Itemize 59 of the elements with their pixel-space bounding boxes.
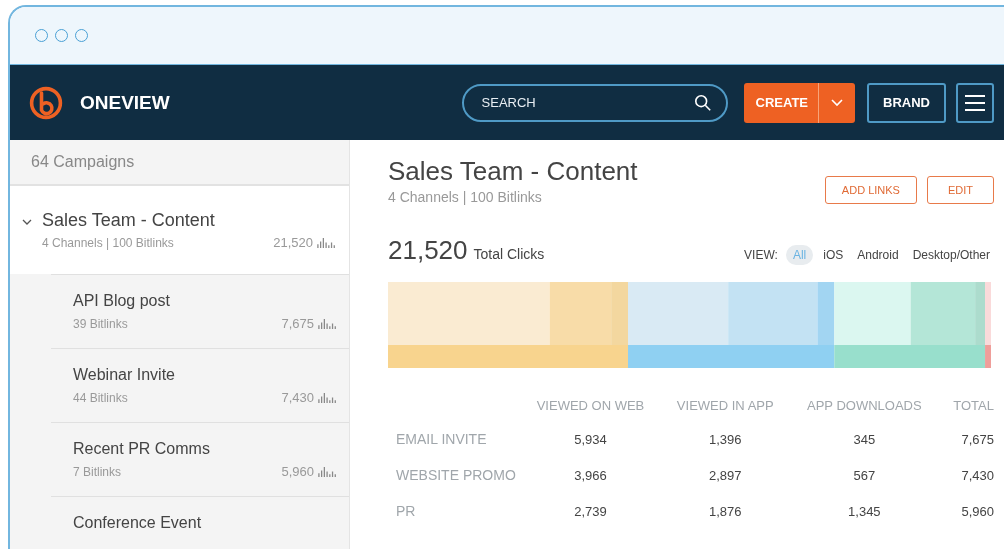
campaign-meta: 4 Channels | 100 Bitlinks xyxy=(42,236,175,250)
channel-name: Webinar Invite xyxy=(73,366,176,384)
view-filter-tab[interactable]: Android xyxy=(853,245,903,265)
search-field[interactable]: SEARCH xyxy=(461,83,728,122)
brand-button[interactable]: BRAND xyxy=(867,82,946,123)
menu-icon[interactable] xyxy=(965,93,985,112)
menu-button[interactable] xyxy=(956,82,994,123)
table-cell-text: 345 xyxy=(852,430,877,449)
total-clicks-label: Total Clicks xyxy=(473,246,545,262)
channel-item[interactable]: Recent PR Comms 7 Bitlinks 5,960 xyxy=(51,422,349,496)
channel-item[interactable]: Conference Event xyxy=(51,496,349,549)
view-label: VIEW: xyxy=(744,248,778,262)
click-count: 21,520 xyxy=(273,235,313,250)
campaign-meta: 4 Channels | 100 Bitlinks xyxy=(388,189,543,205)
row-label: EMAIL INVITE xyxy=(395,430,488,449)
row-label: WEBSITE PROMO xyxy=(395,466,517,485)
channel-item[interactable]: Webinar Invite 44 Bitlinks 7,430 xyxy=(51,348,349,422)
column-header: VIEWED ON WEB xyxy=(535,397,646,415)
row-label: PR xyxy=(395,502,417,521)
channel-name: Recent PR Comms xyxy=(73,440,211,458)
bar-chart-icon xyxy=(317,237,337,248)
table-cell-text: 5,934 xyxy=(573,430,608,449)
table-cell-text: 1,345 xyxy=(847,502,882,521)
brand-name: ONEVIEW xyxy=(80,91,170,114)
search-icon[interactable] xyxy=(693,93,712,112)
table-cell-text: 5,960 xyxy=(960,502,994,521)
click-count: 7,430 xyxy=(281,390,314,405)
chevron-icon[interactable] xyxy=(22,217,32,227)
campaign-item[interactable]: Sales Team - Content 4 Channels | 100 Bitlinks 21,520 xyxy=(10,186,349,274)
table-cell-text: 7,430 xyxy=(960,466,994,485)
campaign-name: Sales Team - Content xyxy=(42,210,216,231)
table-cell-text: 1,396 xyxy=(708,430,743,449)
bar-chart-icon xyxy=(318,392,338,403)
view-filter-tab[interactable]: iOS xyxy=(819,245,848,265)
campaign-title: Sales Team - Content xyxy=(388,156,638,187)
bitlink-count: 44 Bitlinks xyxy=(73,391,129,405)
bitlink-count: 7 Bitlinks xyxy=(73,465,123,479)
bar-chart-icon xyxy=(318,466,338,477)
caret-icon[interactable] xyxy=(831,98,844,107)
bar-chart-icon xyxy=(318,318,338,329)
table-cell-text: 2,739 xyxy=(573,502,608,521)
click-count: 7,675 xyxy=(281,316,314,331)
channel-name: API Blog post xyxy=(73,292,171,310)
table-cell-text: 3,966 xyxy=(573,466,608,485)
total-clicks: 21,520 xyxy=(388,235,468,266)
view-filter-tab[interactable]: Desktop/Other xyxy=(908,245,994,265)
column-header: TOTAL xyxy=(952,397,994,415)
column-header: APP DOWNLOADS xyxy=(806,397,923,415)
bitlink-count: 39 Bitlinks xyxy=(73,317,129,331)
table-cell-text: 2,897 xyxy=(708,466,743,485)
click-count: 5,960 xyxy=(281,464,314,479)
table-cell-text: 567 xyxy=(852,466,877,485)
table-cell-text: 1,876 xyxy=(708,502,743,521)
channel-name: Conference Event xyxy=(73,514,203,532)
channel-item[interactable]: API Blog post 39 Bitlinks 7,675 xyxy=(51,274,349,348)
column-header: VIEWED IN APP xyxy=(675,397,775,415)
add-links-button[interactable]: ADD LINKS xyxy=(824,176,917,204)
table-cell-text: 7,675 xyxy=(960,430,994,449)
logo-icon xyxy=(28,84,64,121)
